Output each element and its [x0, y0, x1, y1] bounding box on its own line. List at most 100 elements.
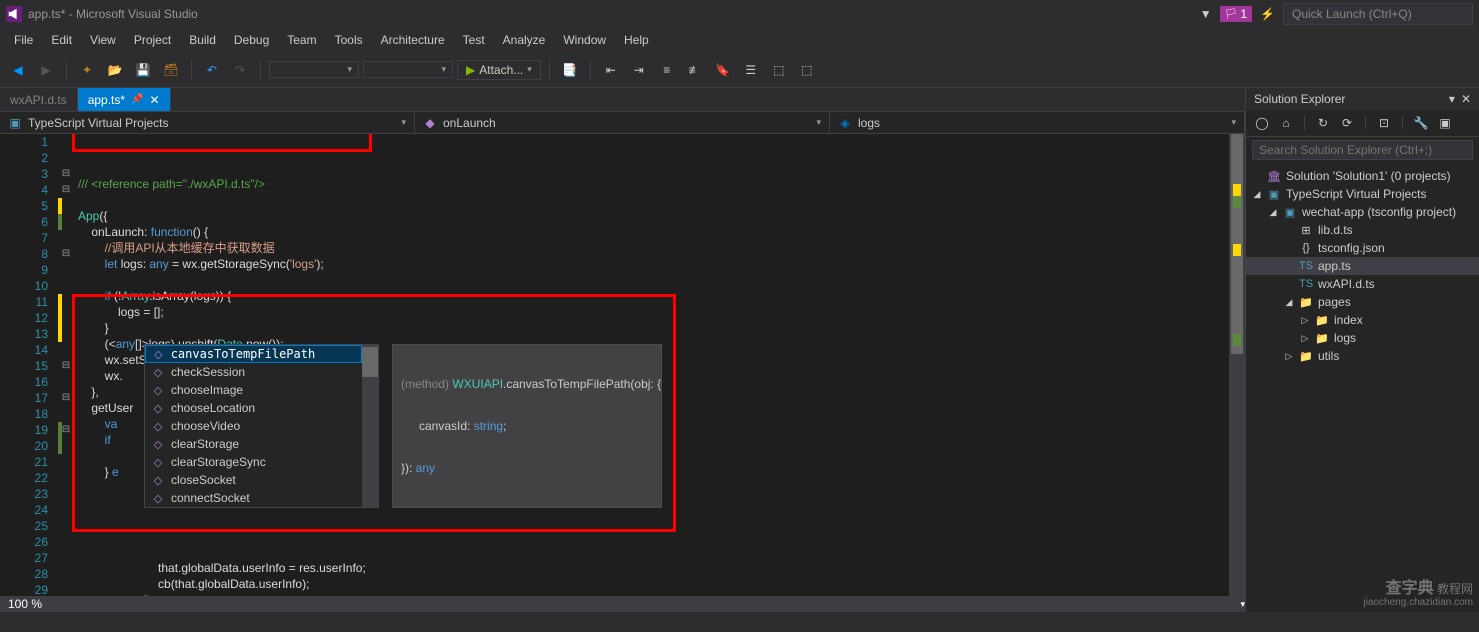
showall-icon[interactable]: ▣	[1435, 113, 1455, 133]
sync-icon[interactable]: ↻	[1313, 113, 1333, 133]
tree-item[interactable]: TSwxAPI.d.ts	[1246, 275, 1479, 293]
toolbar-btn-1[interactable]: 📑	[558, 58, 582, 82]
toolbar-btn-3[interactable]: ⬚	[767, 58, 791, 82]
attach-button[interactable]: ▶ Attach... ▾	[457, 60, 541, 80]
nav-func-dropdown[interactable]: ◆ onLaunch ▾	[415, 112, 830, 133]
menu-project[interactable]: Project	[126, 29, 179, 51]
menu-debug[interactable]: Debug	[226, 29, 277, 51]
refresh-icon[interactable]: ⟳	[1337, 113, 1357, 133]
menu-build[interactable]: Build	[181, 29, 224, 51]
solution-toolbar: ◯ ⌂ ↻ ⟳ ⊡ 🔧 ▣	[1246, 110, 1479, 137]
nav-scope-dropdown[interactable]: ▣ TypeScript Virtual Projects ▾	[0, 112, 415, 133]
new-project-icon[interactable]: ✦	[75, 58, 99, 82]
open-icon[interactable]: 📂	[103, 58, 127, 82]
properties-icon[interactable]: 🔧	[1411, 113, 1431, 133]
save-all-icon[interactable]: 🗃	[159, 58, 183, 82]
close-icon[interactable]: ✕	[150, 93, 160, 107]
method-icon: ◆	[423, 116, 437, 130]
expand-icon[interactable]: ▷	[1300, 315, 1310, 326]
intellisense-popup[interactable]: ◇◇checkSession◇chooseImage◇chooseLocatio…	[144, 344, 379, 508]
tree-item[interactable]: ▷📁index	[1246, 311, 1479, 329]
intellisense-item[interactable]: ◇closeSocket	[145, 471, 362, 489]
platform-dropdown[interactable]: ▾	[363, 61, 453, 78]
solution-explorer-header[interactable]: Solution Explorer ▾ ✕	[1246, 88, 1479, 110]
config-dropdown[interactable]: ▾	[269, 61, 359, 78]
menu-view[interactable]: View	[82, 29, 124, 51]
watermark: 查字典 教程网 jiaocheng.chazidian.com	[1363, 582, 1473, 610]
vs-logo-icon	[6, 6, 22, 22]
tree-item[interactable]: {}tsconfig.json	[1246, 239, 1479, 257]
intellisense-item[interactable]: ◇clearStorageSync	[145, 453, 362, 471]
redo-icon[interactable]: ↷	[228, 58, 252, 82]
quick-launch-input[interactable]: Quick Launch (Ctrl+Q)	[1283, 3, 1473, 25]
uncomment-icon[interactable]: ≢	[683, 58, 707, 82]
tree-item[interactable]: ⊞lib.d.ts	[1246, 221, 1479, 239]
outdent-icon[interactable]: ⇤	[599, 58, 623, 82]
intellisense-input[interactable]	[171, 347, 355, 361]
expand-icon[interactable]: ▷	[1284, 351, 1294, 362]
intellisense-item[interactable]: ◇checkSession	[145, 363, 362, 381]
tab-app-ts-[interactable]: app.ts*📌✕	[78, 88, 171, 111]
folder-icon: 📁	[1314, 330, 1330, 346]
menu-architecture[interactable]: Architecture	[373, 29, 453, 51]
tree-item[interactable]: ◢📁pages	[1246, 293, 1479, 311]
nav-func-label: onLaunch	[443, 116, 496, 130]
feedback-icon[interactable]: ⚡	[1260, 7, 1275, 21]
editor-hscrollbar[interactable]: 100 % ▾	[0, 596, 1245, 612]
intellisense-item[interactable]: ◇chooseLocation	[145, 399, 362, 417]
menu-edit[interactable]: Edit	[43, 29, 80, 51]
method-icon: ◇	[151, 419, 165, 433]
expand-icon[interactable]: ◢	[1284, 297, 1294, 308]
nav-field-dropdown[interactable]: ◈ logs ▾	[830, 112, 1245, 133]
expand-icon[interactable]: ▷	[1300, 333, 1310, 344]
pin-icon[interactable]: 📌	[131, 94, 143, 105]
comment-icon[interactable]: ≡	[655, 58, 679, 82]
intellisense-item[interactable]: ◇connectSocket	[145, 489, 362, 507]
expand-icon[interactable]: ◢	[1252, 189, 1262, 200]
intellisense-item[interactable]: ◇clearStorage	[145, 435, 362, 453]
code-editor[interactable]: 1234567891011121314151617181920212223242…	[0, 134, 1245, 596]
panel-dropdown-icon[interactable]: ▾	[1449, 92, 1455, 106]
save-icon[interactable]: 💾	[131, 58, 155, 82]
home-icon[interactable]: ⌂	[1276, 113, 1296, 133]
zoom-level[interactable]: 100 %	[0, 597, 50, 611]
method-icon: ◇	[151, 365, 165, 379]
panel-close-icon[interactable]: ✕	[1461, 92, 1471, 106]
undo-icon[interactable]: ↶	[200, 58, 224, 82]
menu-analyze[interactable]: Analyze	[495, 29, 554, 51]
expand-icon[interactable]: ◢	[1268, 207, 1278, 218]
intellisense-item[interactable]: ◇	[145, 345, 362, 363]
back-icon[interactable]: ◀	[6, 58, 30, 82]
bookmark-icon[interactable]: 🔖	[711, 58, 735, 82]
menu-file[interactable]: File	[6, 29, 41, 51]
intellisense-item[interactable]: ◇chooseImage	[145, 381, 362, 399]
tree-item[interactable]: ◢▣wechat-app (tsconfig project)	[1246, 203, 1479, 221]
intellisense-scrollbar[interactable]	[362, 345, 378, 507]
menu-team[interactable]: Team	[279, 29, 324, 51]
tab-wxAPI-d-ts[interactable]: wxAPI.d.ts	[0, 88, 78, 111]
toolbar-btn-4[interactable]: ⬚	[795, 58, 819, 82]
editor-vscrollbar[interactable]	[1229, 134, 1245, 596]
solution-tree[interactable]: 🏛Solution 'Solution1' (0 projects)◢▣Type…	[1246, 163, 1479, 612]
solution-search-input[interactable]	[1252, 140, 1473, 160]
menu-test[interactable]: Test	[455, 29, 493, 51]
tree-item[interactable]: ◢▣TypeScript Virtual Projects	[1246, 185, 1479, 203]
solution-search[interactable]	[1246, 137, 1479, 163]
collapse-icon[interactable]: ⊡	[1374, 113, 1394, 133]
menu-help[interactable]: Help	[616, 29, 657, 51]
tree-item[interactable]: TSapp.ts	[1246, 257, 1479, 275]
toolbar-btn-2[interactable]: ☰	[739, 58, 763, 82]
intellisense-item[interactable]: ◇chooseVideo	[145, 417, 362, 435]
back-nav-icon[interactable]: ◯	[1252, 113, 1272, 133]
tree-item[interactable]: ▷📁utils	[1246, 347, 1479, 365]
menu-window[interactable]: Window	[555, 29, 614, 51]
tree-item[interactable]: 🏛Solution 'Solution1' (0 projects)	[1246, 167, 1479, 185]
notification-badge[interactable]: 🏳 1	[1220, 6, 1252, 22]
forward-icon[interactable]: ▶	[34, 58, 58, 82]
tree-item[interactable]: ▷📁logs	[1246, 329, 1479, 347]
indent-icon[interactable]: ⇥	[627, 58, 651, 82]
field-icon: ◈	[838, 116, 852, 130]
play-icon: ▶	[466, 63, 475, 77]
filter-icon[interactable]: ▼	[1200, 7, 1212, 21]
menu-tools[interactable]: Tools	[327, 29, 371, 51]
